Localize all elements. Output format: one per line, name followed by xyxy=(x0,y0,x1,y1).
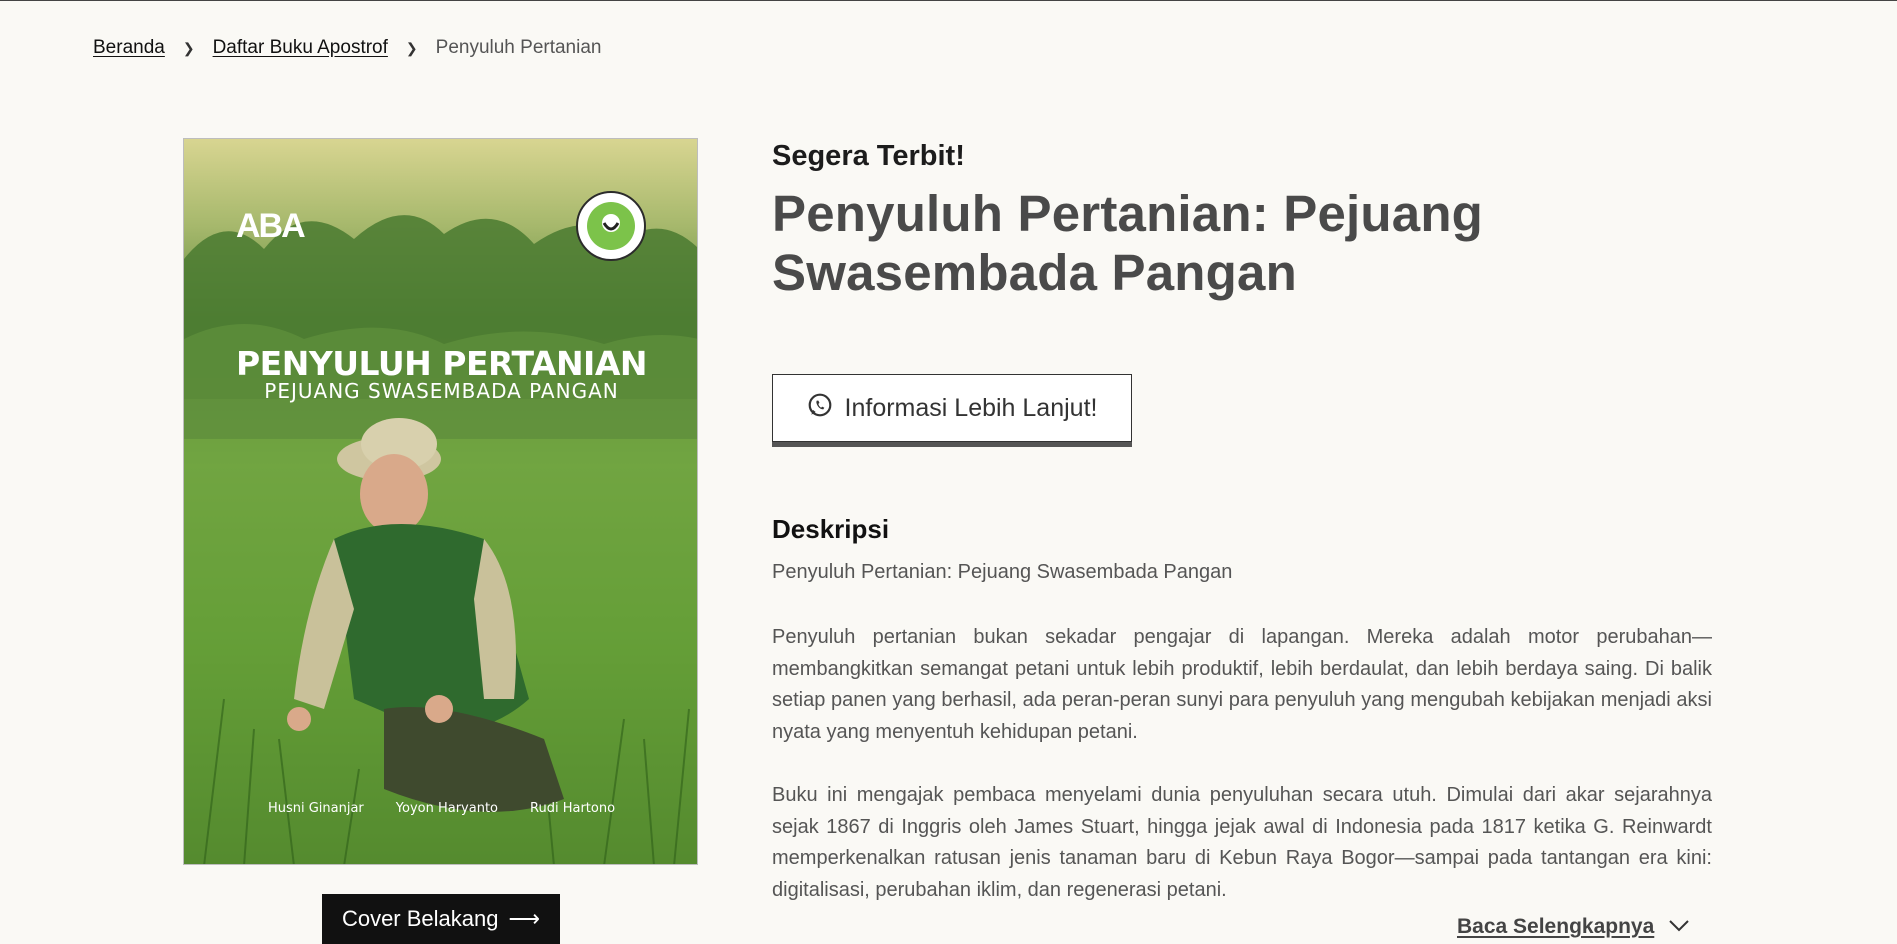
read-more-link[interactable]: Baca Selengkapnya xyxy=(1457,915,1690,939)
cover-author: Rudi Hartono xyxy=(530,801,616,816)
cover-authors: Husni Ginanjar Yoyon Haryanto Rudi Harto… xyxy=(184,801,697,816)
publisher-logo: ABA xyxy=(236,207,306,245)
description-paragraph: Penyuluh pertanian bukan sekadar pengaja… xyxy=(772,626,1712,743)
back-cover-button[interactable]: Cover Belakang ⟶ xyxy=(322,894,560,944)
breadcrumb-current: Penyuluh Pertanian xyxy=(435,37,602,58)
more-info-button[interactable]: Informasi Lebih Lanjut! xyxy=(772,374,1132,442)
cover-subtitle: PEJUANG SWASEMBADA PANGAN xyxy=(264,379,619,403)
description-subtitle: Penyuluh Pertanian: Pejuang Swasembada P… xyxy=(772,561,1233,583)
back-cover-label: Cover Belakang xyxy=(341,906,499,931)
breadcrumb: Beranda ❯ Daftar Buku Apostrof ❯ Penyulu… xyxy=(93,37,601,59)
more-info-label: Informasi Lebih Lanjut! xyxy=(844,393,1098,422)
book-title: Penyuluh Pertanian: Pejuang Swasembada P… xyxy=(772,185,1484,301)
publication-status: Segera Terbit! xyxy=(772,140,965,172)
cover-author: Husni Ginanjar xyxy=(267,801,364,816)
breadcrumb-home-link[interactable]: Beranda xyxy=(93,37,165,59)
cover-author: Yoyon Haryanto xyxy=(395,801,499,816)
arrow-right-icon: ⟶ xyxy=(508,906,541,931)
chevron-right-icon: ❯ xyxy=(405,39,418,56)
breadcrumb-catalog-link[interactable]: Daftar Buku Apostrof xyxy=(213,37,388,59)
description-paragraph: Buku ini mengajak pembaca menyelami duni… xyxy=(772,784,1712,901)
book-cover-image[interactable]: ABA PENYULUH PERTANIAN PEJUANG SWASEMBAD… xyxy=(183,138,698,865)
cover-illustration xyxy=(184,139,697,864)
read-more-label: Baca Selengkapnya xyxy=(1457,915,1655,938)
chevron-right-icon: ❯ xyxy=(182,39,195,56)
chevron-down-icon xyxy=(1668,915,1690,939)
description-heading: Deskripsi xyxy=(772,514,890,544)
whatsapp-icon xyxy=(807,392,833,425)
cover-title: PENYULUH PERTANIAN xyxy=(236,344,648,383)
